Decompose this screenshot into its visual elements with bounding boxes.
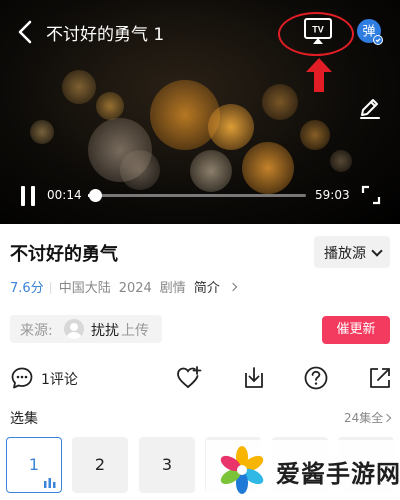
chevron-right-icon (383, 413, 392, 423)
avatar[interactable] (64, 319, 84, 339)
episode-number: 1 (28, 455, 40, 474)
fullscreen-icon[interactable] (360, 184, 382, 206)
download-icon[interactable] (241, 365, 267, 391)
help-icon[interactable] (303, 365, 329, 391)
episode-number: 2 (94, 455, 106, 474)
pause-button[interactable] (18, 184, 38, 208)
comment-count[interactable]: 1评论 (41, 369, 78, 389)
episode-3[interactable]: 3 (139, 437, 195, 493)
episodes-heading: 选集 (10, 411, 38, 427)
episode-1[interactable]: 1 (6, 437, 62, 493)
chevron-right-icon (228, 282, 238, 292)
urge-update-button[interactable]: 催更新 (322, 316, 390, 344)
tv-cast-icon[interactable]: TV (302, 16, 334, 46)
show-title: 不讨好的勇气 (10, 244, 118, 265)
share-icon[interactable] (367, 365, 393, 391)
video-player[interactable]: 不讨好的勇气 1 TV 弹 00:14 59:03 (0, 0, 400, 224)
pencil-edit-icon[interactable] (358, 96, 382, 120)
total-time: 59:03 (315, 188, 350, 202)
uploader-source: 来源: 扰扰 上传 (10, 315, 162, 343)
seek-bar[interactable] (88, 189, 306, 202)
chevron-down-icon (371, 245, 383, 257)
genre: 剧情 (159, 281, 186, 296)
episodes-all-link[interactable]: 24集全 (344, 409, 392, 426)
uploader-suffix: 上传 (121, 323, 149, 339)
source-label: 来源: (20, 323, 53, 339)
divider (49, 282, 51, 294)
player-controls: 00:14 59:03 (0, 178, 400, 214)
intro-link-label: 简介 (193, 281, 220, 296)
favorite-plus-icon[interactable] (176, 365, 202, 391)
red-arrow-annotation (306, 58, 332, 92)
episodes-count-label: 24集全 (344, 411, 384, 425)
back-icon[interactable] (14, 19, 38, 45)
watermark-text: 爱酱手游网 (276, 460, 400, 488)
episode-2[interactable]: 2 (72, 437, 128, 493)
video-title: 不讨好的勇气 1 (46, 25, 165, 45)
player-top-bar: 不讨好的勇气 1 TV 弹 (0, 0, 400, 119)
user-avatar-icon (67, 323, 81, 339)
pinwheel-logo-icon (220, 446, 264, 494)
rating: 7.6分 (10, 281, 44, 296)
comment-icon[interactable] (10, 366, 34, 390)
uploader-name[interactable]: 扰扰 (91, 320, 119, 340)
current-time: 00:14 (47, 188, 82, 202)
seek-bar-handle[interactable] (88, 189, 102, 202)
tv-cast-icon-label: TV (312, 25, 324, 35)
now-playing-icon (44, 478, 56, 488)
episode-number: 3 (161, 455, 173, 474)
danmu-icon-label: 弹 (362, 25, 375, 40)
danmu-toggle-icon[interactable]: 弹 (356, 18, 384, 46)
play-source-label: 播放源 (324, 246, 366, 262)
region: 中国大陆 (58, 281, 111, 296)
show-meta: 7.6分 中国大陆 2024 剧情 简介 (10, 277, 252, 296)
intro-link[interactable]: 简介 (194, 281, 244, 296)
watermark: 爱酱手游网 (206, 440, 400, 500)
play-source-button[interactable]: 播放源 (314, 236, 390, 268)
action-bar: 1评论 (0, 363, 400, 393)
year: 2024 (118, 281, 152, 296)
